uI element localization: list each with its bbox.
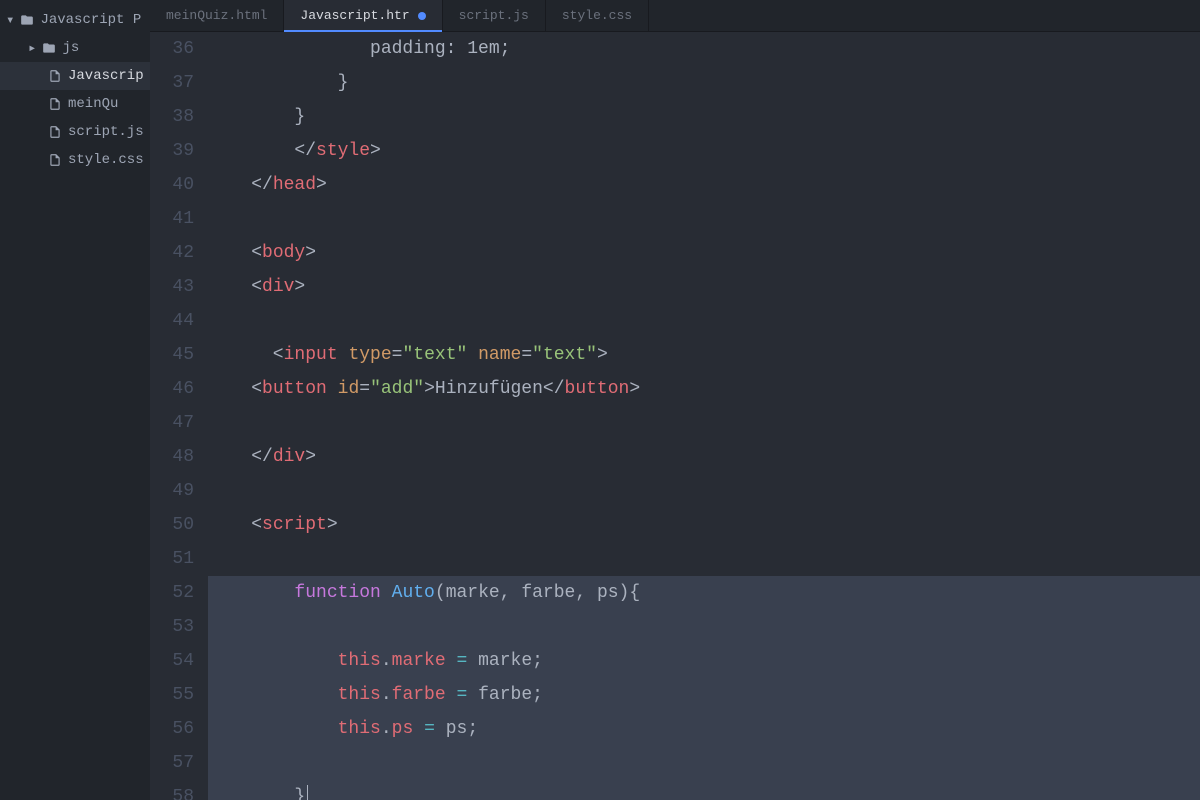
tab-label: Javascript.htr (300, 8, 409, 23)
code-line[interactable] (208, 406, 1200, 440)
chevron-right-icon (28, 40, 36, 57)
file-label: Javascrip (68, 68, 144, 84)
tab[interactable]: script.js (443, 0, 546, 31)
chevron-down-icon (6, 12, 14, 29)
line-number: 38 (150, 100, 194, 134)
line-number: 45 (150, 338, 194, 372)
line-number: 51 (150, 542, 194, 576)
gutter: 3637383940414243444546474849505152535455… (150, 32, 208, 800)
code-line[interactable]: this.marke = marke; (208, 644, 1200, 678)
tab-label: meinQuiz.html (166, 8, 267, 23)
file-item[interactable]: Javascrip (0, 62, 150, 90)
tab[interactable]: meinQuiz.html (150, 0, 284, 31)
file-icon (48, 69, 62, 83)
code-line[interactable]: </div> (208, 440, 1200, 474)
code-line[interactable] (208, 610, 1200, 644)
code-area[interactable]: padding: 1em; } } </style> </head> <body… (208, 32, 1200, 800)
line-number: 39 (150, 134, 194, 168)
line-number: 41 (150, 202, 194, 236)
code-line[interactable] (208, 304, 1200, 338)
code-line[interactable]: this.ps = ps; (208, 712, 1200, 746)
code-line[interactable]: this.farbe = farbe; (208, 678, 1200, 712)
line-number: 37 (150, 66, 194, 100)
line-number: 43 (150, 270, 194, 304)
tab-label: style.css (562, 8, 632, 23)
tab[interactable]: style.css (546, 0, 649, 31)
line-number: 56 (150, 712, 194, 746)
line-number: 46 (150, 372, 194, 406)
dirty-indicator-icon (418, 12, 426, 20)
code-line[interactable]: <input type="text" name="text"> (208, 338, 1200, 372)
file-label: style.css (68, 152, 144, 168)
file-icon (48, 125, 62, 139)
line-number: 55 (150, 678, 194, 712)
code-line[interactable]: <div> (208, 270, 1200, 304)
project-label: Javascript P (40, 12, 141, 28)
line-number: 36 (150, 32, 194, 66)
tab-label: script.js (459, 8, 529, 23)
right-pane: meinQuiz.html Javascript.htr script.js styl… (150, 0, 1200, 800)
line-number: 49 (150, 474, 194, 508)
file-icon (48, 97, 62, 111)
code-line[interactable]: <body> (208, 236, 1200, 270)
line-number: 44 (150, 304, 194, 338)
code-line[interactable] (208, 746, 1200, 780)
code-line[interactable]: </head> (208, 168, 1200, 202)
file-tree-sidebar: Javascript P js Javascrip meinQu script.js… (0, 0, 150, 800)
editor-shell: Javascript P js Javascrip meinQu script.js… (0, 0, 1200, 800)
line-number: 53 (150, 610, 194, 644)
code-line[interactable] (208, 202, 1200, 236)
file-item[interactable]: style.css (0, 146, 150, 174)
code-line[interactable]: <script> (208, 508, 1200, 542)
line-number: 47 (150, 406, 194, 440)
code-line[interactable]: padding: 1em; (208, 32, 1200, 66)
folder-js[interactable]: js (0, 34, 150, 62)
folder-label: js (62, 40, 79, 56)
folder-icon (42, 41, 56, 55)
code-line[interactable] (208, 542, 1200, 576)
text-cursor-icon (307, 785, 308, 800)
line-number: 42 (150, 236, 194, 270)
code-line[interactable]: <button id="add">Hinzufügen</button> (208, 372, 1200, 406)
code-line[interactable]: } (208, 100, 1200, 134)
code-line[interactable]: } (208, 66, 1200, 100)
code-line[interactable]: function Auto(marke, farbe, ps){ (208, 576, 1200, 610)
file-label: meinQu (68, 96, 118, 112)
line-number: 48 (150, 440, 194, 474)
tab-bar: meinQuiz.html Javascript.htr script.js styl… (150, 0, 1200, 32)
file-item[interactable]: script.js (0, 118, 150, 146)
line-number: 58 (150, 780, 194, 800)
code-editor[interactable]: 3637383940414243444546474849505152535455… (150, 32, 1200, 800)
line-number: 57 (150, 746, 194, 780)
folder-icon (20, 13, 34, 27)
file-icon (48, 153, 62, 167)
file-label: script.js (68, 124, 144, 140)
line-number: 54 (150, 644, 194, 678)
tab[interactable]: Javascript.htr (284, 0, 442, 31)
code-line[interactable]: } (208, 780, 1200, 800)
project-root[interactable]: Javascript P (0, 6, 150, 34)
code-line[interactable] (208, 474, 1200, 508)
line-number: 40 (150, 168, 194, 202)
line-number: 50 (150, 508, 194, 542)
code-line[interactable]: </style> (208, 134, 1200, 168)
line-number: 52 (150, 576, 194, 610)
file-item[interactable]: meinQu (0, 90, 150, 118)
